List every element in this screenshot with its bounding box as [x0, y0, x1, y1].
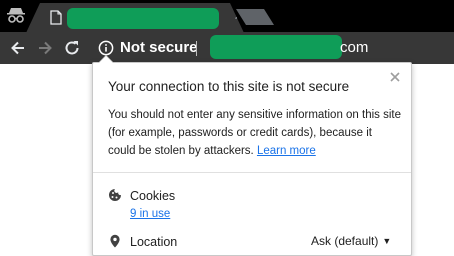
new-tab-icon[interactable]	[236, 9, 274, 25]
connection-warning-text: You should not enter any sensitive infor…	[108, 106, 402, 160]
omnibox-divider	[196, 41, 197, 56]
page-icon	[50, 10, 62, 25]
cookies-label: Cookies	[130, 189, 176, 203]
reload-icon[interactable]	[62, 38, 82, 58]
browser-tab[interactable]: ✕	[26, 3, 244, 33]
arrow-right-icon[interactable]	[35, 38, 55, 58]
chevron-down-icon: ▼	[382, 236, 392, 246]
incognito-icon	[6, 5, 26, 25]
location-pin-icon	[108, 234, 122, 248]
url-suffix: com	[340, 39, 369, 56]
toolbar: Not secure com	[0, 32, 454, 64]
cookie-icon	[108, 188, 122, 202]
close-icon[interactable]	[387, 69, 403, 85]
omnibox[interactable]: Not secure com	[92, 35, 454, 60]
location-label: Location	[130, 235, 178, 249]
location-permission-select[interactable]: Ask (default) ▼	[311, 234, 391, 248]
redacted-url	[210, 35, 342, 59]
page-info-bubble: Your connection to this site is not secu…	[92, 55, 412, 256]
divider	[93, 172, 411, 173]
bubble-arrow-fill	[99, 56, 113, 63]
tab-strip: ✕	[0, 0, 454, 33]
location-permission-value: Ask (default)	[311, 234, 379, 248]
learn-more-link[interactable]: Learn more	[257, 145, 316, 157]
connection-title: Your connection to this site is not secu…	[108, 79, 350, 94]
redacted-tab-title	[67, 8, 219, 29]
cookies-in-use-link[interactable]: 9 in use	[130, 208, 170, 220]
security-status-label[interactable]: Not secure	[120, 39, 198, 57]
warning-body: You should not enter any sensitive infor…	[108, 109, 402, 157]
info-icon[interactable]	[98, 40, 114, 56]
arrow-left-icon[interactable]	[8, 38, 28, 58]
